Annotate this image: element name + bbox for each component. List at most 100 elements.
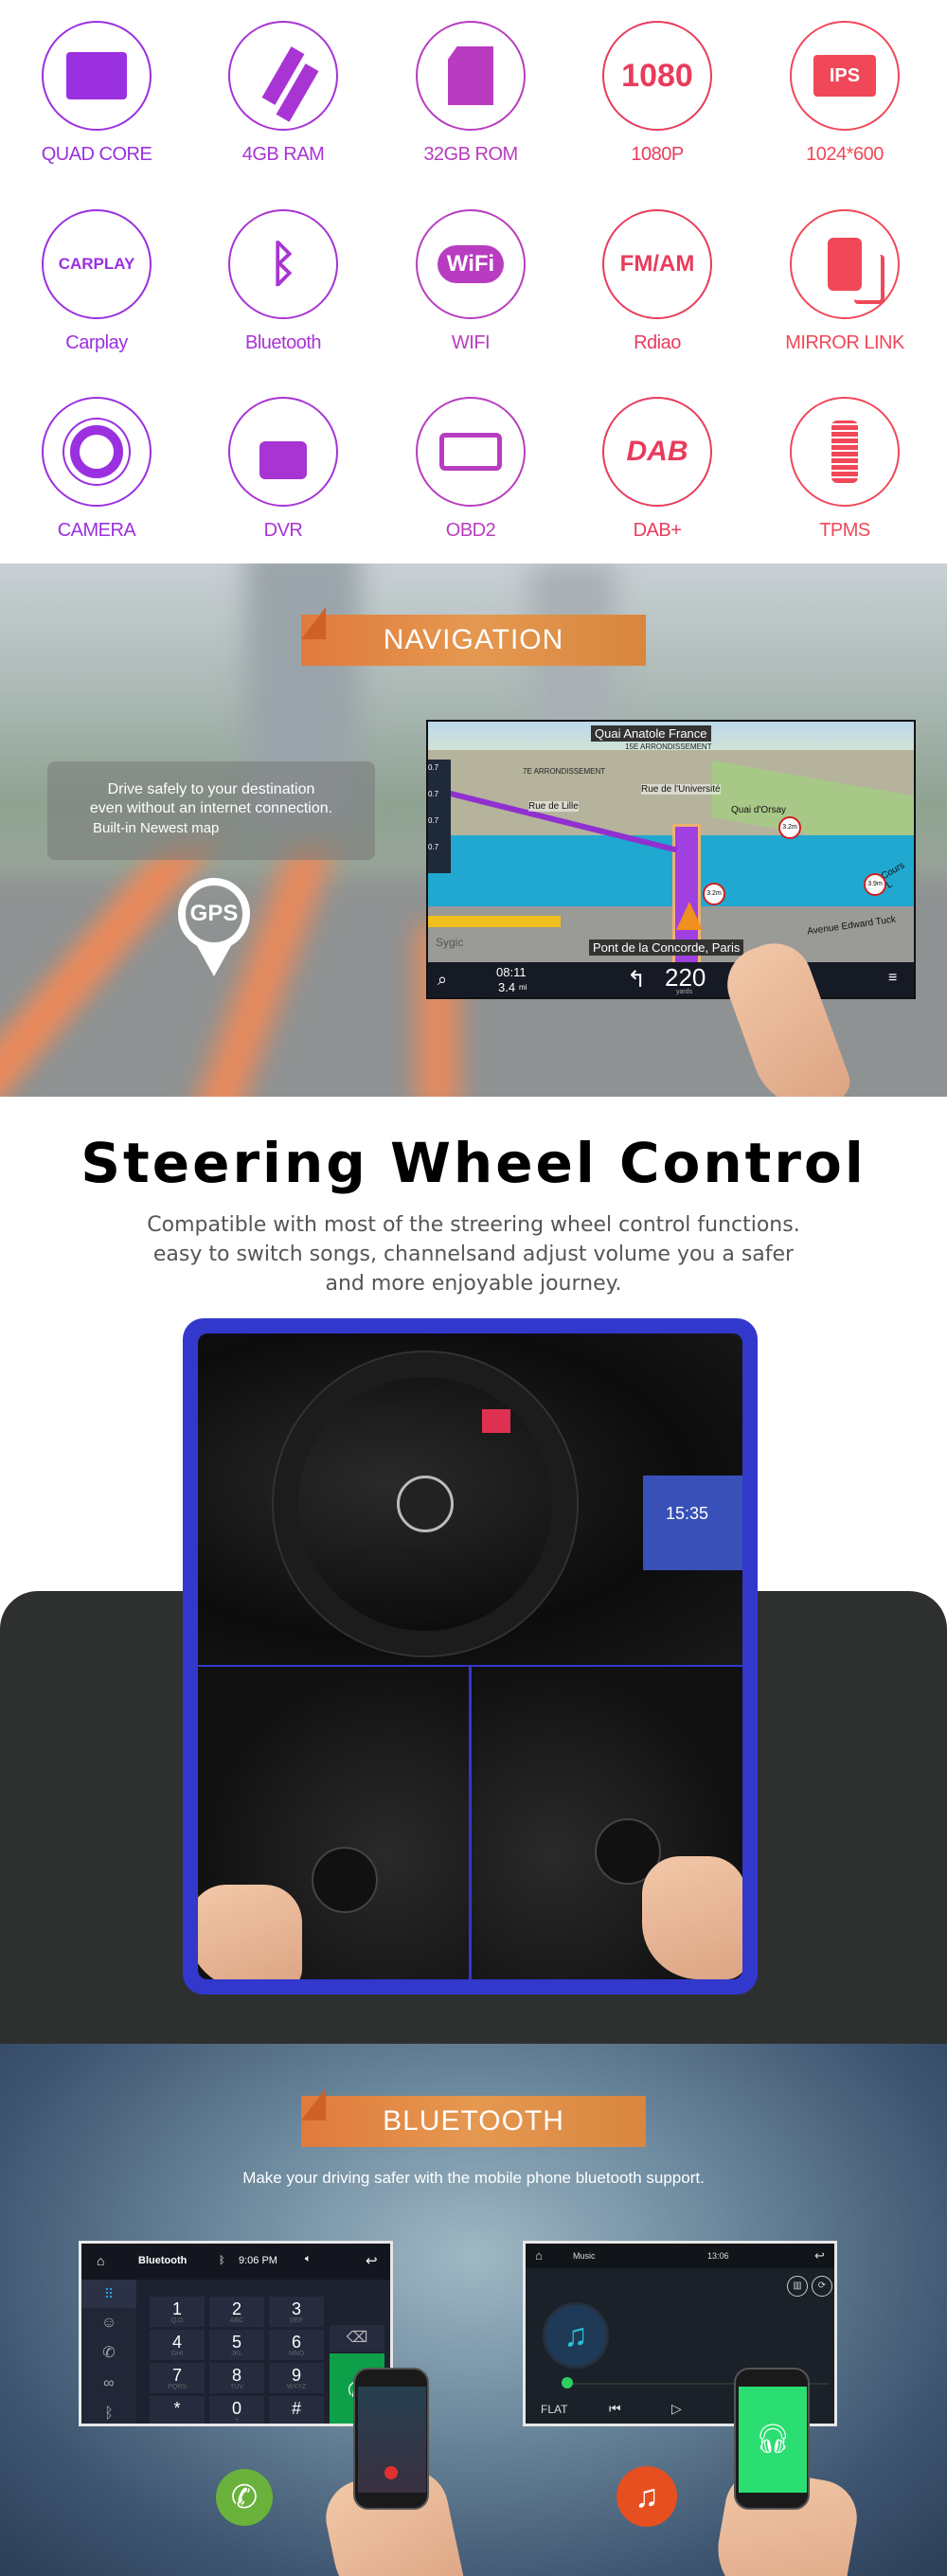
phone-call-screen	[358, 2387, 426, 2493]
dial-key-letters: PQRS	[168, 2384, 187, 2390]
dial-key[interactable]: 2 ABC	[209, 2297, 264, 2327]
equalizer-icon[interactable]: ▥	[787, 2276, 808, 2297]
dial-key-digit: 7	[171, 2366, 182, 2385]
repeat-icon[interactable]: ⟳	[812, 2276, 832, 2297]
dial-key[interactable]: 4 GHI	[150, 2330, 205, 2360]
feature-label: 32GB ROM	[423, 144, 518, 165]
remaining-unit: mi	[519, 983, 527, 992]
bluetooth-section: BLUETOOTH Make your driving safer with t…	[0, 2044, 947, 2576]
poi-parking-distance[interactable]: 0.7	[428, 763, 451, 790]
back-icon[interactable]: ↩	[814, 2248, 825, 2263]
camera-lens-icon-glyph	[70, 425, 123, 478]
gps-pin-tip	[195, 942, 233, 976]
cpu-icon-glyph	[66, 52, 127, 99]
feature-item: CAMERA	[11, 397, 182, 542]
backspace-button[interactable]: ⌫	[330, 2325, 384, 2352]
feature-label: QUAD CORE	[41, 144, 152, 165]
ram-icon-glyph	[261, 46, 305, 105]
dial-key[interactable]: *	[150, 2396, 205, 2424]
home-icon[interactable]: ⌂	[535, 2248, 543, 2263]
feature-label: DVR	[263, 520, 303, 541]
radio-icon-glyph: FM/AM	[619, 251, 695, 277]
dial-key-digit: 4	[171, 2333, 182, 2352]
dial-key-digit: 6	[291, 2333, 301, 2352]
clearance-sign: 3.9m	[864, 873, 886, 896]
dialer-screen: ⌂ Bluetooth ᛒ 9:06 PM 🔈︎ ↩ ⠿ ☺ ✆ ∞ ᛒ 1 Q.…	[79, 2241, 393, 2426]
feature-label: MIRROR LINK	[785, 332, 904, 353]
dial-key[interactable]: 8 TUV	[209, 2363, 264, 2393]
feature-item: 32GB ROM	[385, 21, 556, 166]
eq-preset[interactable]: FLAT	[541, 2403, 567, 2416]
feature-item: QUAD CORE	[11, 21, 182, 166]
dial-key-digit: 3	[291, 2299, 301, 2318]
poi-sidebar[interactable]: 0.7 0.7 0.7 0.7	[428, 760, 451, 873]
clearance-sign: 3.2m	[778, 816, 801, 839]
dial-key-letters: GHI	[170, 2351, 184, 2357]
phone-call-icon: ✆	[216, 2469, 273, 2526]
remaining-distance: 3.4	[498, 980, 516, 994]
feature-item: IPS 1024*600	[759, 21, 930, 166]
feature-label: TPMS	[819, 520, 870, 541]
next-turn-unit: yards	[676, 989, 693, 995]
navigation-map-screen[interactable]: Quai Anatole France 15E ARRONDISSEMENT 7…	[426, 720, 916, 999]
sd-card-icon	[416, 21, 526, 131]
feature-item: FM/AM Rdiao	[572, 209, 742, 354]
album-art-music-note-icon: ♫	[543, 2302, 609, 2369]
feature-label: 1024*600	[806, 144, 884, 165]
headphones-icon: 🎧︎	[739, 2387, 807, 2493]
feature-item: 1080 1080P	[572, 21, 742, 166]
feature-item: MIRROR LINK	[759, 209, 930, 354]
map-top-street: Quai Anatole France	[591, 725, 711, 742]
poi-bus-distance[interactable]: 0.7	[428, 816, 451, 843]
dial-key[interactable]: 7 PQRS	[150, 2363, 205, 2393]
search-icon[interactable]: ⌕	[438, 970, 447, 990]
feature-item: OBD2	[385, 397, 556, 542]
eta-time: 08:11	[496, 965, 527, 979]
feature-label: OBD2	[445, 520, 496, 541]
head-unit-screen: 15:35	[643, 1476, 742, 1570]
feature-label: Rdiao	[634, 332, 681, 353]
blurb-sub: Built-in Newest map	[93, 820, 220, 836]
poi-car-distance[interactable]: 0.7	[428, 790, 451, 816]
feature-item: DVR	[198, 397, 368, 542]
dial-key-digit: 5	[231, 2333, 241, 2352]
feature-item: TPMS	[759, 397, 930, 542]
bluetooth-icon-glyph: ᛒ	[268, 237, 298, 292]
radio-icon: FM/AM	[602, 209, 712, 319]
video-camera-icon	[228, 397, 338, 507]
dial-key[interactable]: #	[269, 2396, 324, 2424]
map-district: 15E ARRONDISSEMENT	[625, 742, 712, 751]
play-icon[interactable]: ▷	[671, 2401, 682, 2417]
dial-key[interactable]: 3 DEF	[269, 2297, 324, 2327]
dial-key-digit: *	[173, 2399, 181, 2418]
left-control-photo	[198, 1667, 469, 1979]
steering-title: Steering Wheel Control	[80, 1131, 867, 1195]
dial-key[interactable]: 5 JKL	[209, 2330, 264, 2360]
smartphone-call	[353, 2368, 429, 2510]
end-call-icon	[384, 2466, 398, 2479]
feature-label: Bluetooth	[244, 332, 322, 353]
dial-key[interactable]: 9 WXYZ	[269, 2363, 324, 2393]
feature-label: WIFI	[451, 332, 491, 353]
dial-key-letters: +	[234, 2417, 240, 2424]
1080-icon: 1080	[602, 21, 712, 131]
sygic-logo: Sygic	[436, 936, 464, 949]
bluetooth-subtitle: Make your driving safer with the mobile …	[242, 2169, 705, 2187]
dab-icon-glyph: DAB	[626, 436, 688, 467]
poi-fuel-distance[interactable]: 0.7	[428, 843, 451, 869]
tire-pressure-icon-glyph	[831, 420, 858, 483]
dial-key[interactable]: 6 MNO	[269, 2330, 324, 2360]
feature-label: DAB+	[633, 520, 682, 541]
menu-icon[interactable]: ≡	[888, 970, 897, 987]
dial-key[interactable]: 1 Q.O	[150, 2297, 205, 2327]
camera-lens-icon	[42, 397, 152, 507]
previous-track-icon[interactable]: ⏮︎	[609, 2401, 621, 2417]
dial-key-digit: 1	[171, 2299, 182, 2318]
dial-key[interactable]: 0 +	[209, 2396, 264, 2424]
nav-bottom-bar: ⌕ 08:11 3.4 mi ↰ 220 yards ≡	[428, 962, 914, 997]
progress-thumb[interactable]	[562, 2377, 573, 2388]
dial-key-digit: 0	[231, 2399, 241, 2418]
dial-key-letters: Q.O	[170, 2317, 184, 2324]
feature-label: 4GB RAM	[241, 144, 325, 165]
gps-pin-icon: GPS	[178, 878, 250, 950]
